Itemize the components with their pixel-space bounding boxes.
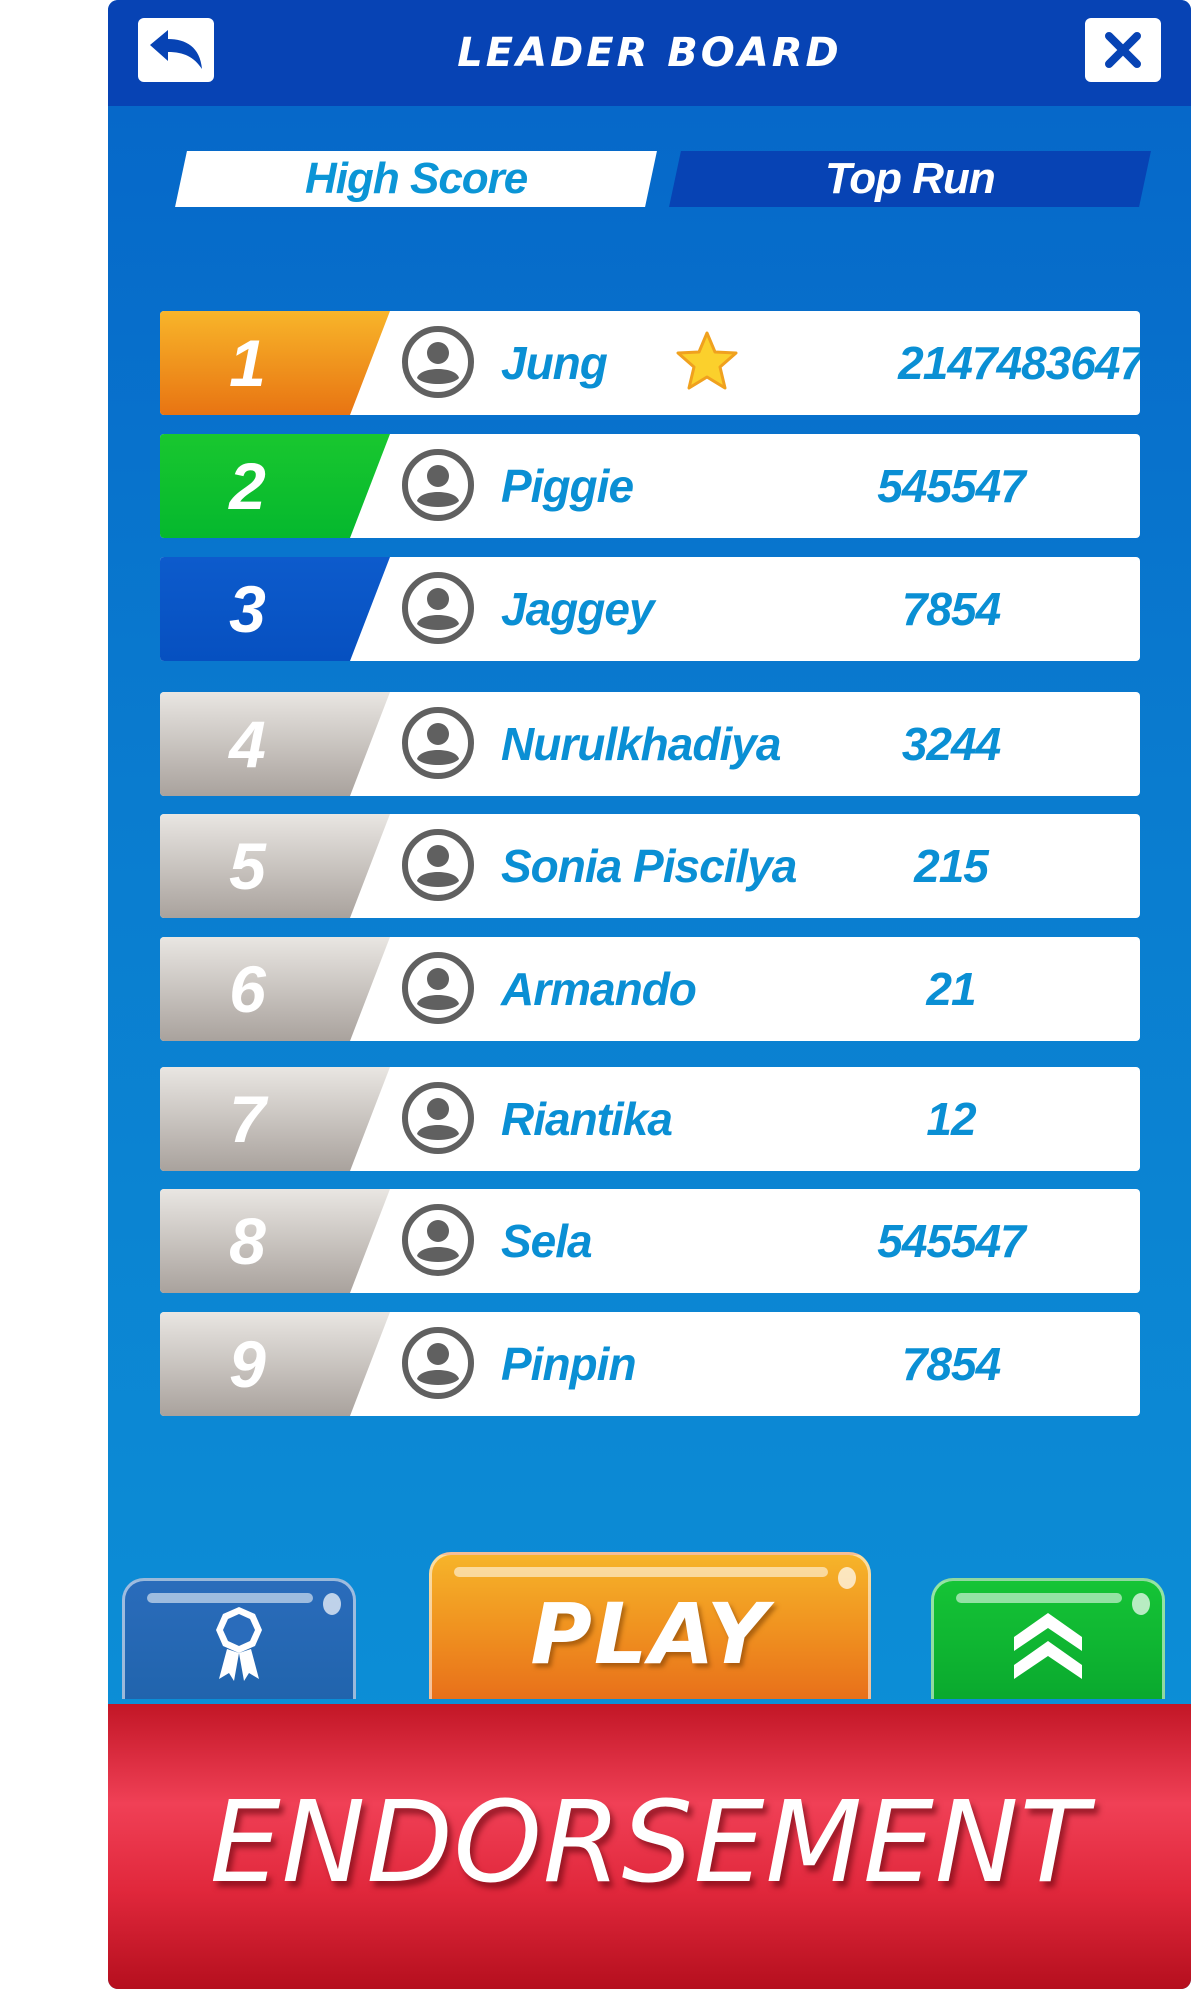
avatar-icon bbox=[402, 326, 474, 398]
player-score: 2147483647 bbox=[898, 337, 1140, 389]
button-shine bbox=[956, 1593, 1122, 1603]
player-score: 12 bbox=[926, 1093, 976, 1145]
rank-number: 6 bbox=[229, 952, 266, 1026]
player-name: Jung bbox=[501, 337, 608, 389]
player-name: Sonia Piscilya bbox=[501, 840, 797, 892]
player-name: Riantika bbox=[501, 1093, 673, 1145]
player-name: Nurulkhadiya bbox=[501, 718, 781, 770]
endorsement-banner[interactable]: ENDORSEMENT bbox=[108, 1704, 1191, 1989]
player-name: Piggie bbox=[501, 460, 634, 512]
leaderboard-row[interactable]: 2 Piggie 545547 bbox=[160, 434, 1140, 538]
page-title: LEADER BOARD bbox=[457, 30, 842, 76]
rank-number: 2 bbox=[229, 449, 266, 523]
rank-number: 5 bbox=[229, 829, 266, 903]
leaderboard-row[interactable]: 9 Pinpin 7854 bbox=[160, 1312, 1140, 1416]
player-score: 215 bbox=[914, 840, 989, 892]
leaderboard-row[interactable]: 1 Jung 2147483647 bbox=[160, 311, 1140, 415]
avatar-icon bbox=[402, 829, 474, 901]
player-score: 545547 bbox=[877, 460, 1026, 512]
avatar-icon bbox=[402, 1204, 474, 1276]
avatar-icon bbox=[402, 707, 474, 779]
rank-number: 1 bbox=[229, 326, 266, 400]
player-name: Sela bbox=[501, 1215, 593, 1267]
player-name: Armando bbox=[501, 963, 697, 1015]
player-score: 21 bbox=[926, 963, 976, 1015]
player-score: 3244 bbox=[901, 718, 1001, 770]
rank-number: 8 bbox=[229, 1204, 266, 1278]
player-name: Pinpin bbox=[501, 1338, 637, 1390]
rank-number: 9 bbox=[229, 1327, 266, 1401]
close-icon bbox=[1105, 32, 1141, 68]
double-chevron-up-icon bbox=[1014, 1613, 1082, 1679]
achievements-button[interactable] bbox=[122, 1578, 356, 1699]
upgrade-button[interactable] bbox=[931, 1578, 1165, 1699]
player-score: 7854 bbox=[901, 583, 1001, 635]
leaderboard-row[interactable]: 3 Jaggey 7854 bbox=[160, 557, 1140, 661]
leaderboard-row[interactable]: 4 Nurulkhadiya 3244 bbox=[160, 692, 1140, 796]
rank-number: 4 bbox=[229, 707, 266, 781]
rank-number: 7 bbox=[229, 1082, 266, 1156]
banner-text: ENDORSEMENT bbox=[209, 1778, 1090, 1908]
leaderboard-row[interactable]: 7 Riantika 12 bbox=[160, 1067, 1140, 1171]
tab-high-score-label: High Score bbox=[304, 154, 528, 203]
player-name: Jaggey bbox=[501, 583, 655, 635]
leaderboard-row[interactable]: 5 Sonia Piscilya 215 bbox=[160, 814, 1140, 918]
play-label: PLAY bbox=[530, 1585, 770, 1683]
player-score: 7854 bbox=[901, 1338, 1001, 1390]
avatar-icon bbox=[402, 1327, 474, 1399]
award-ribbon-icon bbox=[216, 1607, 262, 1681]
tab-top-run-label: Top Run bbox=[825, 154, 995, 203]
achievements-icon-wrap bbox=[125, 1603, 353, 1683]
close-button[interactable] bbox=[1085, 18, 1161, 82]
rank-number: 3 bbox=[229, 572, 266, 646]
leaderboard-panel: LEADER BOARD High Score Top Run 1 Jung 2… bbox=[108, 0, 1191, 1989]
tab-high-score[interactable]: High Score bbox=[175, 151, 657, 207]
tab-top-run[interactable]: Top Run bbox=[669, 151, 1151, 207]
game-screen: LEADER BOARD High Score Top Run 1 Jung 2… bbox=[0, 0, 1191, 1989]
play-button[interactable]: PLAY bbox=[429, 1552, 871, 1699]
button-shine bbox=[454, 1567, 828, 1577]
upgrade-icon-wrap bbox=[934, 1611, 1162, 1681]
button-shine bbox=[147, 1593, 313, 1603]
header-bar: LEADER BOARD bbox=[108, 0, 1191, 106]
leaderboard-row[interactable]: 6 Armando 21 bbox=[160, 937, 1140, 1041]
avatar-icon bbox=[402, 449, 474, 521]
avatar-icon bbox=[402, 1082, 474, 1154]
star-icon bbox=[676, 331, 738, 390]
avatar-icon bbox=[402, 572, 474, 644]
player-score: 545547 bbox=[877, 1215, 1026, 1267]
leaderboard-row[interactable]: 8 Sela 545547 bbox=[160, 1189, 1140, 1293]
avatar-icon bbox=[402, 952, 474, 1024]
